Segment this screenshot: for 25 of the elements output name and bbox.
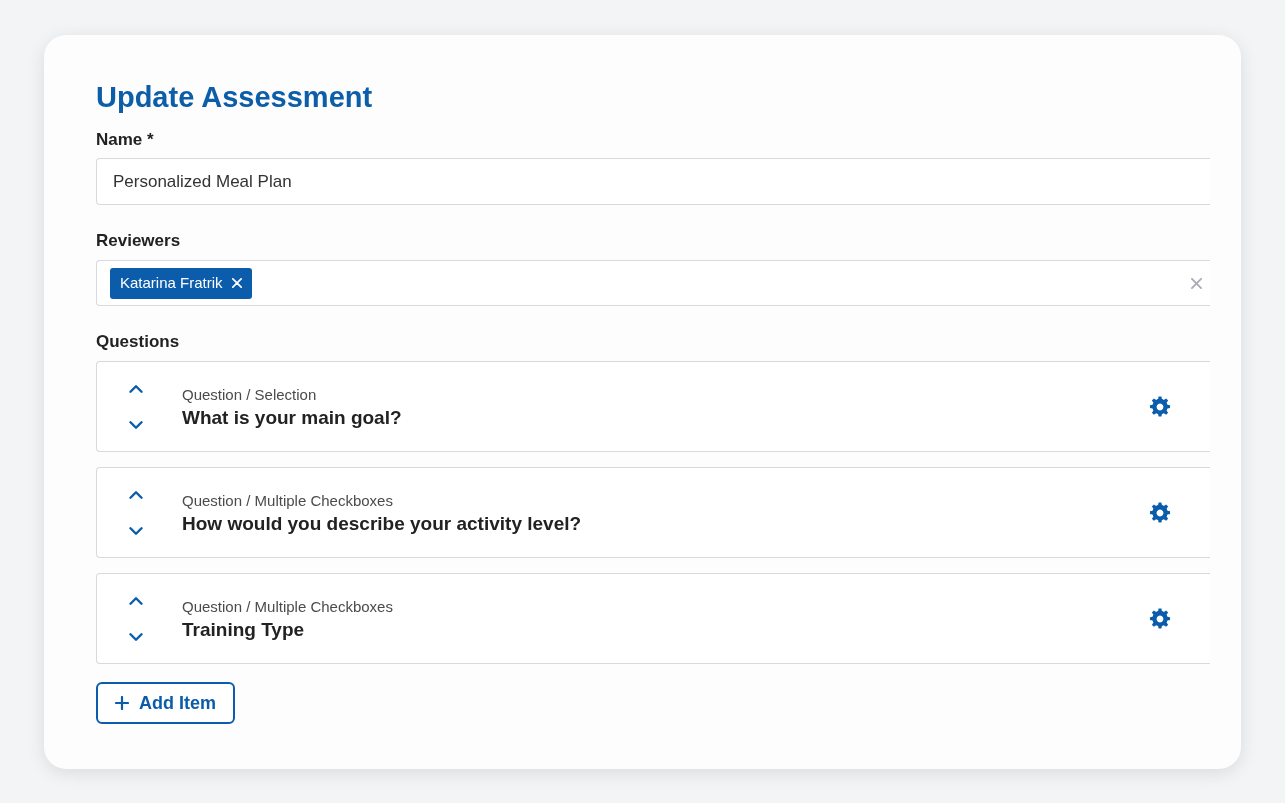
settings-icon[interactable] bbox=[1149, 501, 1171, 524]
chevron-down-icon[interactable] bbox=[129, 525, 143, 536]
chevron-up-icon[interactable] bbox=[129, 595, 143, 606]
plus-icon bbox=[115, 696, 129, 710]
question-type: Question / Multiple Checkboxes bbox=[182, 597, 394, 616]
field-label: Reviewers bbox=[96, 230, 182, 252]
question-title: What is your main goal? bbox=[182, 405, 403, 430]
chevron-down-icon[interactable] bbox=[129, 419, 143, 430]
chevron-up-icon[interactable] bbox=[129, 383, 143, 394]
page-title: Update Assessment bbox=[96, 80, 374, 115]
field-label: Name * bbox=[96, 129, 155, 151]
chevron-up-icon[interactable] bbox=[129, 489, 143, 500]
question-type: Question / Multiple Checkboxes bbox=[182, 491, 394, 510]
question-title: How would you describe your activity level? bbox=[182, 511, 583, 536]
name-input[interactable]: Personalized Meal Plan bbox=[96, 158, 1210, 205]
remove-icon[interactable] bbox=[231, 278, 242, 288]
add-item-button[interactable]: Add Item bbox=[96, 682, 235, 724]
settings-icon[interactable] bbox=[1149, 395, 1171, 418]
reviewers-select[interactable]: Katarina Fratrik bbox=[96, 260, 1210, 306]
chevron-down-icon[interactable] bbox=[129, 631, 143, 642]
section-label: Questions bbox=[96, 331, 181, 353]
settings-icon[interactable] bbox=[1149, 607, 1171, 630]
question-type: Question / Selection bbox=[182, 385, 318, 404]
question-title: Training Type bbox=[182, 617, 306, 642]
reviewer-name: Katarina Fratrik bbox=[120, 272, 223, 293]
